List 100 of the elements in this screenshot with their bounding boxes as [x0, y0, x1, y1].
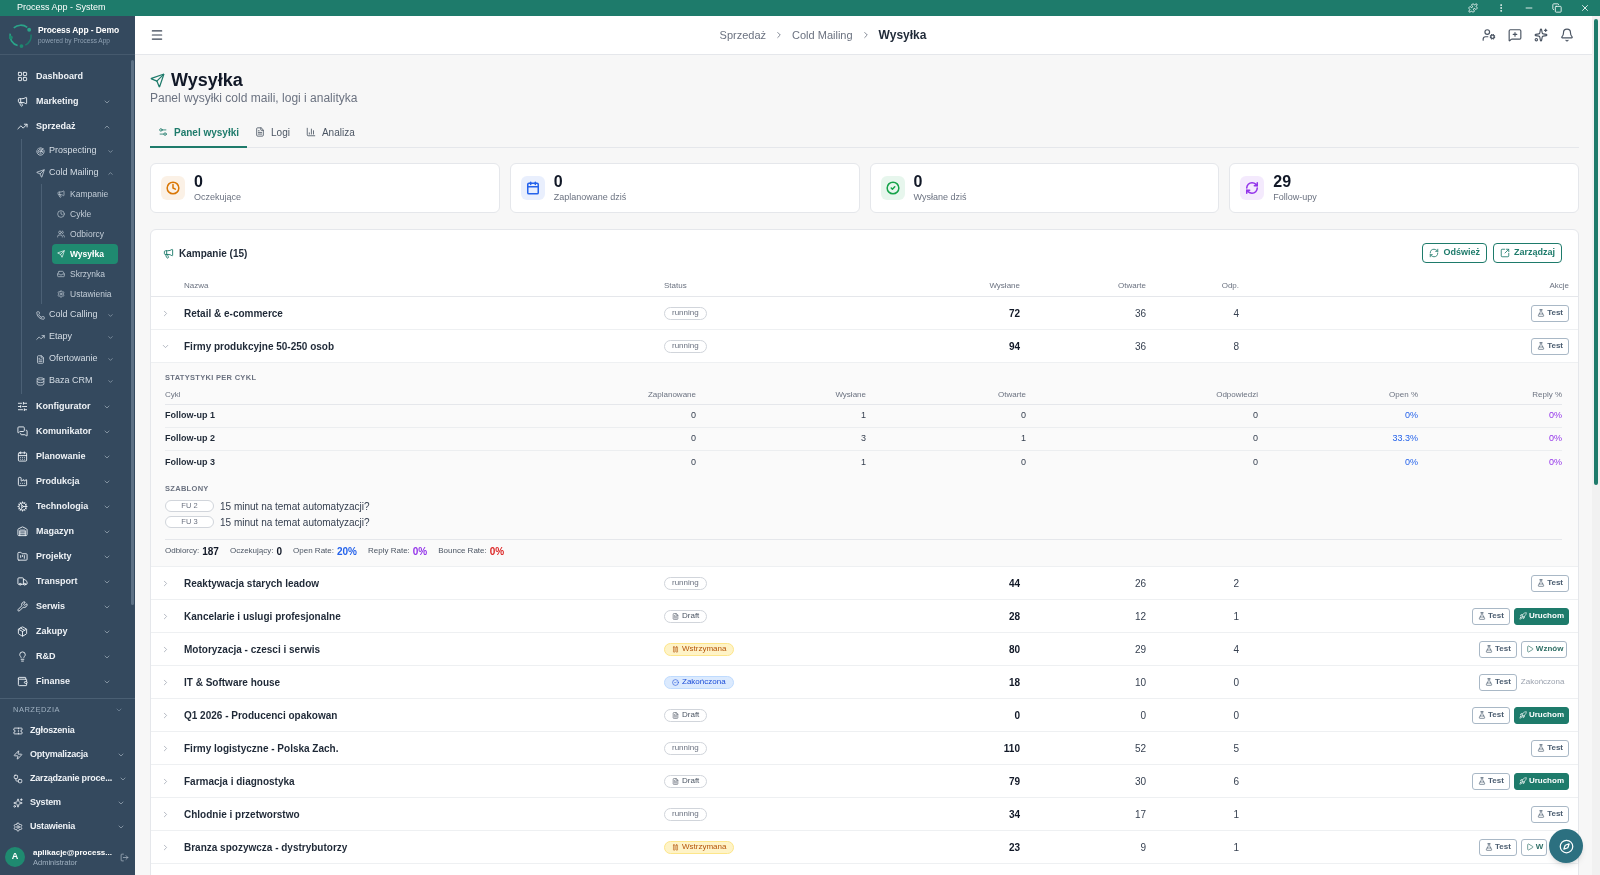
nav-item[interactable]: Planowanie	[0, 444, 131, 469]
nav-item[interactable]: Finanse	[0, 669, 131, 694]
start-button[interactable]: Uruchom	[1513, 772, 1569, 790]
nav-item[interactable]: Zakupy	[0, 619, 131, 644]
nav-item[interactable]: R&D	[0, 644, 131, 669]
resume-button[interactable]: Wznów	[1520, 640, 1568, 658]
window-title: Process App - System	[17, 1, 106, 15]
page-subtitle: Panel wysyłki cold maili, logi i analityka	[150, 91, 359, 105]
test-button[interactable]: Test	[1531, 337, 1569, 355]
start-button[interactable]: Uruchom	[1513, 607, 1569, 625]
tab[interactable]: Panel wysyłki	[150, 118, 248, 148]
opened-count: 36	[1134, 306, 1146, 321]
flask-icon	[1485, 843, 1493, 851]
sent-count: 79	[1008, 774, 1020, 789]
sparkles-icon[interactable]	[1534, 28, 1548, 42]
restore-icon[interactable]	[1552, 3, 1562, 13]
clock-icon	[57, 210, 65, 218]
test-button[interactable]: Test	[1531, 304, 1569, 322]
test-button[interactable]: Test	[1472, 607, 1510, 625]
cycle-name: Follow-up 3	[165, 455, 215, 469]
breadcrumb-link[interactable]: Sprzedaż	[719, 26, 767, 44]
column-header: Reply %	[1532, 389, 1562, 401]
nav-item[interactable]: Skrzynka	[52, 264, 118, 284]
replies-count: 0	[1253, 455, 1258, 469]
paper-plane-icon	[57, 250, 65, 258]
message-plus-icon[interactable]	[1508, 28, 1522, 42]
nav-item[interactable]: Konfigurator	[0, 394, 131, 419]
nav-item[interactable]: Prospecting	[22, 140, 131, 162]
nav-item[interactable]: Zgłoszenia	[0, 719, 135, 743]
ticket-icon	[13, 726, 23, 736]
nav-item[interactable]: Cold Mailing	[22, 162, 131, 184]
test-button[interactable]: Test	[1531, 739, 1569, 757]
nav-item[interactable]: Odbiorcy	[52, 224, 118, 244]
logo-icon	[8, 22, 33, 48]
test-button[interactable]: Test	[1479, 640, 1517, 658]
database-icon	[36, 376, 45, 386]
nav-item[interactable]: Ofertowanie	[22, 348, 131, 370]
start-button[interactable]: Uruchom	[1513, 706, 1569, 724]
nav-item[interactable]: Cold Calling	[22, 304, 131, 326]
nav-item[interactable]: Wysyłka	[52, 244, 118, 264]
nav-item[interactable]: Etapy	[22, 326, 131, 348]
nav-item[interactable]: Cykle	[52, 204, 118, 224]
breadcrumb-current: Wysyłka	[878, 27, 927, 44]
nav-item[interactable]: Optymalizacja	[0, 743, 135, 767]
stat-value: 29	[1273, 173, 1293, 191]
test-button[interactable]: Test	[1531, 805, 1569, 823]
column-header: Otwarte	[998, 389, 1026, 401]
test-button[interactable]: Test	[1479, 673, 1517, 691]
test-button[interactable]: Test	[1472, 772, 1510, 790]
sent-count: 44	[1008, 576, 1020, 591]
tab[interactable]: Logi	[247, 118, 298, 148]
flask-icon	[1537, 810, 1546, 818]
nav-item[interactable]: Produkcja	[0, 469, 131, 494]
replies-count: 6	[1233, 774, 1239, 789]
nav-item[interactable]: Transport	[0, 569, 131, 594]
nav-item[interactable]: Kampanie	[52, 184, 118, 204]
trend-up-icon	[36, 332, 45, 342]
opened-count: 26	[1134, 576, 1146, 591]
avatar[interactable]: A	[5, 847, 25, 867]
test-button[interactable]: Test	[1479, 838, 1517, 856]
chevron-down-icon[interactable]	[115, 706, 123, 714]
nav-item[interactable]: Projekty	[0, 544, 131, 569]
nav-item[interactable]: Sprzedaż	[0, 114, 131, 139]
test-button[interactable]: Test	[1531, 574, 1569, 592]
puzzle-icon[interactable]	[1468, 3, 1478, 13]
manage-button[interactable]: Zarządzaj	[1493, 243, 1562, 263]
nav-item[interactable]: Ustawienia	[0, 815, 135, 839]
campaign-name: Farmacja i diagnostyka	[184, 774, 295, 789]
stat-label: Zaplanowane dziś	[553, 191, 627, 203]
refresh-button[interactable]: Odśwież	[1422, 243, 1487, 263]
nav-item[interactable]: Marketing	[0, 89, 131, 114]
resume-button[interactable]: W	[1520, 838, 1548, 856]
user-settings-icon[interactable]	[1482, 28, 1496, 42]
sent-count: 34	[1008, 807, 1020, 822]
nav-item[interactable]: System	[0, 791, 135, 815]
logout-icon[interactable]	[120, 852, 129, 862]
breadcrumb-link[interactable]: Cold Mailing	[792, 26, 853, 44]
nav-item[interactable]: Dashboard	[0, 64, 131, 89]
flask-icon	[1537, 579, 1546, 587]
test-button[interactable]: Test	[1472, 706, 1510, 724]
status-label: Draft	[682, 710, 700, 720]
nav-item[interactable]: Komunikator	[0, 419, 131, 444]
column-header: Wysłane	[989, 280, 1020, 292]
nav-item[interactable]: Serwis	[0, 594, 131, 619]
tab[interactable]: Analiza	[297, 118, 363, 148]
nav-item[interactable]: Baza CRM	[22, 370, 131, 392]
nav-item[interactable]: Magazyn	[0, 519, 131, 544]
status-label: Draft	[682, 776, 700, 786]
scrollbar-thumb[interactable]	[1594, 19, 1598, 485]
sent-count: 1	[861, 455, 866, 469]
opened-count: 0	[1021, 455, 1026, 469]
menu-icon[interactable]	[150, 28, 164, 42]
notifications-icon[interactable]	[1560, 28, 1574, 42]
close-icon[interactable]	[1580, 3, 1590, 13]
nav-item[interactable]: Zarządzanie proce...	[0, 767, 135, 791]
nav-item[interactable]: Ustawienia	[52, 284, 118, 304]
stat-value: 0	[913, 173, 924, 191]
sidebar-scrollbar[interactable]	[131, 60, 134, 605]
cycle-name: Follow-up 2	[165, 432, 215, 446]
nav-item[interactable]: Technologia	[0, 494, 131, 519]
